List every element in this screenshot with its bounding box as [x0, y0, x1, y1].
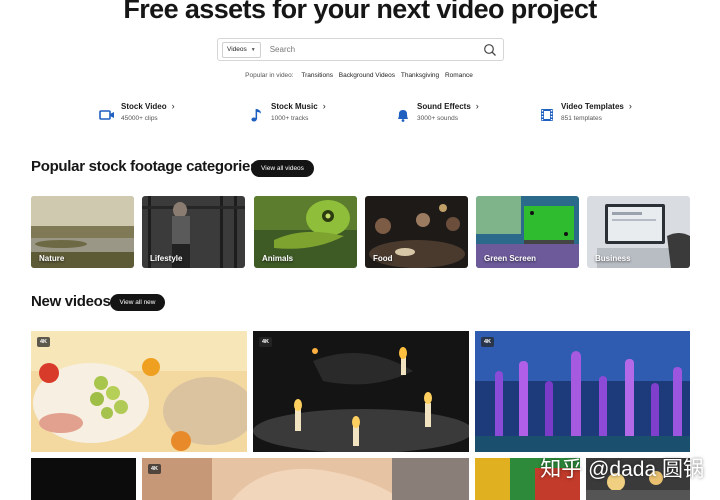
popular-term-link[interactable]: Transitions: [301, 72, 333, 79]
chevron-right-icon: ›: [628, 101, 632, 111]
popular-label: Popular in video:: [245, 72, 294, 79]
category-label: Lifestyle: [150, 254, 183, 263]
chevron-right-icon: ›: [322, 101, 326, 111]
music-note-icon: [249, 107, 265, 123]
category-card-nature[interactable]: Nature: [31, 196, 134, 268]
popular-term-link[interactable]: Romance: [445, 72, 473, 79]
category-card-business[interactable]: Business: [587, 196, 690, 268]
search-type-label: Videos: [227, 46, 247, 53]
view-all-videos-button[interactable]: View all videos: [251, 160, 314, 177]
category-label: Business: [595, 254, 631, 263]
chevron-right-icon: ›: [475, 101, 479, 111]
new-videos-section-title: New videos: [31, 293, 111, 310]
asset-stock-music[interactable]: Stock Music › 1000+ tracks: [249, 101, 326, 123]
view-all-new-button[interactable]: View all new: [110, 294, 165, 311]
asset-subtitle: 3000+ sounds: [417, 115, 459, 122]
video-camera-icon: [99, 107, 115, 123]
search-icon[interactable]: [483, 43, 497, 57]
search-type-dropdown[interactable]: Videos ▼: [222, 41, 261, 58]
asset-title: Stock Music: [271, 101, 318, 111]
search-input[interactable]: [269, 45, 483, 54]
asset-stock-video[interactable]: Stock Video › 45000+ clips: [99, 101, 175, 123]
asset-title: Sound Effects: [417, 101, 471, 111]
search-bar: Videos ▼: [217, 38, 504, 61]
video-thumbnail-purple-flowers: [475, 331, 690, 452]
asset-title: Stock Video: [121, 101, 167, 111]
asset-sound-effects[interactable]: Sound Effects › 3000+ sounds: [395, 101, 479, 123]
hero-title: Free assets for your next video project: [123, 0, 597, 24]
category-card-animals[interactable]: Animals: [254, 196, 357, 268]
category-card-lifestyle[interactable]: Lifestyle: [142, 196, 245, 268]
chevron-right-icon: ›: [171, 101, 175, 111]
video-thumbnail-hands: [142, 458, 469, 500]
popular-term-link[interactable]: Background Videos: [339, 72, 395, 79]
category-label: Nature: [39, 254, 65, 263]
asset-subtitle: 45000+ clips: [121, 115, 158, 122]
video-thumbnail-food-platter: [31, 331, 247, 452]
asset-subtitle: 851 templates: [561, 115, 602, 122]
resolution-badge: 4K: [37, 337, 51, 347]
asset-types-row: Stock Video › 45000+ clips Stock Music › 1…: [0, 101, 720, 131]
bell-icon: [395, 107, 411, 123]
video-card[interactable]: 4K: [142, 458, 469, 500]
video-card[interactable]: 4K: [31, 331, 247, 452]
resolution-badge: 4K: [148, 464, 162, 474]
asset-title: Video Templates: [561, 101, 624, 111]
categories-section-title: Popular stock footage categories: [31, 158, 259, 175]
resolution-badge: 4K: [259, 337, 273, 347]
watermark: 知乎 @dada 圆锅: [540, 458, 704, 481]
video-card[interactable]: [31, 458, 136, 500]
caret-down-icon: ▼: [250, 46, 256, 53]
film-strip-icon: [539, 107, 555, 123]
popular-searches: Popular in video: Transitions Background…: [0, 72, 720, 79]
popular-term-link[interactable]: Thanksgiving: [401, 72, 439, 79]
asset-video-templates[interactable]: Video Templates › 851 templates: [539, 101, 632, 123]
resolution-badge: 4K: [481, 337, 495, 347]
category-label: Animals: [262, 254, 294, 263]
category-label: Green Screen: [484, 254, 537, 263]
asset-subtitle: 1000+ tracks: [271, 115, 309, 122]
video-card[interactable]: 4K: [475, 331, 690, 452]
category-label: Food: [373, 254, 393, 263]
category-card-green-screen[interactable]: Green Screen: [476, 196, 579, 268]
category-card-food[interactable]: Food: [365, 196, 468, 268]
video-thumbnail-candles: [253, 331, 469, 452]
video-card[interactable]: 4K: [253, 331, 469, 452]
